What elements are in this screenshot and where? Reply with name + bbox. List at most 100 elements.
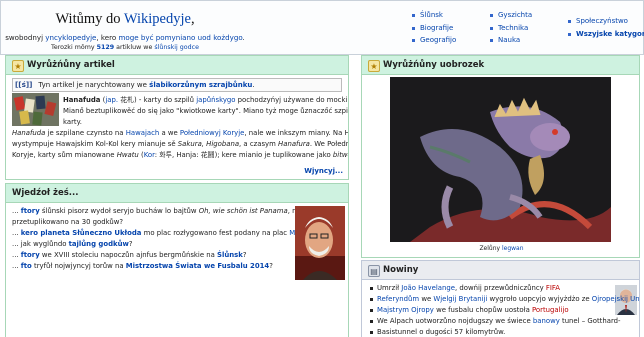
text: ? (128, 240, 133, 248)
text: we fusbalu chopůw uostoła (433, 306, 532, 314)
portal-label[interactable]: Geografijo (420, 36, 456, 44)
article-count-link[interactable]: 5129 (97, 44, 115, 51)
text: ... jak wyglůndo (12, 240, 69, 248)
news-item-continued: Basistunnel o dugości 57 kilomytrůw. (368, 327, 609, 337)
iguana-image[interactable] (390, 77, 611, 242)
language-link[interactable]: ślůnskij godce (154, 44, 199, 51)
text: Zelůny (479, 245, 502, 252)
encyclopedia-link[interactable]: yncyklopedyje (45, 33, 96, 42)
japan-link[interactable]: japůńskygo (196, 96, 235, 104)
notice-text: Tyn artikel je narychtowany we (38, 81, 150, 89)
dyk-link[interactable]: ftory (21, 251, 40, 259)
orthography-badge: [[ś]] (15, 80, 33, 89)
text: ? (269, 262, 273, 270)
article-line: wystympuje Hawajskim Kol-Kol kery mianuj… (12, 139, 348, 150)
left-column: ★ Wyrůżńůny artikel [[ś]] Tyn artikel je n… (5, 55, 349, 337)
featured-article-header: ★ Wyrůżńůny artikel (6, 56, 348, 75)
iguana-link[interactable]: legwan (502, 245, 524, 252)
news-link[interactable]: banowy (533, 317, 560, 325)
text: ... (12, 229, 21, 237)
portal-link-silesia[interactable]: Ślůnsk (411, 9, 456, 22)
text: : 화투, Hanja: 花鬪); kere mianio je tupliko… (154, 151, 333, 159)
welcome-banner: Witůmy do Wikipedyje, swobodnyj yncyklop… (0, 0, 644, 55)
site-name-link[interactable]: Wikipedyje (124, 11, 191, 27)
text: pochodzyńyj używane do mocki szpilůw. (237, 96, 348, 104)
news-link[interactable]: Referyndům (377, 295, 419, 303)
dyk-item: ... jak wyglůndo tajlůng godkůw? (12, 239, 342, 250)
notice-text: . (252, 81, 255, 89)
article-line: Koryje, karty sům mianowane Hwatu (Kor: … (12, 150, 348, 161)
text: Sakura, Higobana (177, 140, 240, 148)
featured-article-title: Wyrůżńůny artikel (27, 60, 115, 70)
text: . We Połedniowyj (309, 140, 348, 148)
subtitle-text: swobodnyj (5, 32, 46, 42)
subtitle-text: . (242, 32, 245, 42)
portal-link-all-categories[interactable]: Wszyjske katygoryje (567, 28, 644, 41)
hawaii-link[interactable]: Hawajach (126, 129, 160, 137)
portal-link-society[interactable]: Społeczyństwo (567, 15, 644, 28)
dyk-link[interactable]: kero planeta Słůneczno Ukłoda (21, 229, 142, 237)
portal-label[interactable]: Społeczyństwo (576, 17, 628, 25)
featured-article-body: [[ś]] Tyn artikel je narychtowany we ślab… (6, 75, 348, 161)
news-link[interactable]: Wjelgij Brytaniji (433, 295, 487, 303)
portal-label[interactable]: Nauka (498, 36, 520, 44)
hanafuda-image[interactable] (12, 93, 59, 126)
news-link[interactable]: João Havelange (401, 284, 455, 292)
news-list-wrap: Umrził João Havelange, dowńij przewůdnic… (362, 280, 639, 337)
text: , a czasym (239, 140, 279, 148)
article-intro: Hanafuda (jap. 花札) - karty do szpilů jap… (63, 95, 348, 128)
dyk-item: ... fto tryfůł nojwjyncyj torůw na Mistr… (12, 261, 342, 272)
news-item: We Alpach uotworzůno nojdugszy we świece… (368, 316, 621, 327)
dyk-link[interactable]: ftory (21, 207, 40, 215)
korean-link[interactable]: Kor (144, 151, 155, 159)
text: je szpilane czynsto na (45, 129, 126, 137)
news-box: ▤ Nowiny Umrził João Havelange, dowńij pr… (361, 260, 640, 337)
text: tunel – Gotthard- (559, 317, 621, 325)
portal-label[interactable]: Biografije (420, 24, 453, 32)
portal-label[interactable]: Ślůnsk (420, 11, 443, 19)
text: Hanafuda (12, 129, 46, 137)
news-link[interactable]: Portugalijo (532, 306, 569, 314)
text: we XVIII stoleciu napoczůn ajnfus bergmů… (39, 251, 218, 259)
silesia-link[interactable]: Ślůnsk (217, 251, 243, 259)
featured-article-box: ★ Wyrůżńůny artikel [[ś]] Tyn artikel je n… (5, 55, 349, 180)
news-link[interactable]: FIFA (546, 284, 560, 292)
text: Hanafura (278, 140, 310, 148)
portal-link-history[interactable]: Gyszichta (489, 9, 532, 22)
portal-label[interactable]: Gyszichta (498, 11, 532, 19)
text: ... (12, 262, 21, 270)
text: 花札) - karty do szpilů (118, 96, 197, 104)
news-link[interactable]: Majstrym Ojropy (377, 306, 434, 314)
welcome-subtitle: swobodnyj yncyklopedyje, kero moge być p… (1, 33, 249, 43)
text: We Alpach uotworzůno nojdugszy we świece (377, 317, 533, 325)
text: Oh, wie schön ist Panama (198, 207, 288, 215)
orthography-link[interactable]: ślabikorzůnym szrajbůnku (149, 81, 252, 89)
dyk-link[interactable]: fto (21, 262, 32, 270)
text: ... (12, 251, 21, 259)
news-header: ▤ Nowiny (362, 261, 639, 280)
dyk-portrait-image[interactable] (295, 206, 345, 280)
text: przetuplikowano na 30 godkůw? (12, 218, 124, 226)
portal-list-2: Gyszichta Technika Nauka (489, 9, 532, 47)
more-link[interactable]: Wjyncyj... (304, 167, 343, 176)
text: karty. (63, 118, 82, 126)
portal-link-geography[interactable]: Geografijo (411, 34, 456, 47)
south-korea-link[interactable]: Połedniowyj Koryje (180, 129, 244, 137)
world-cup-link[interactable]: Mistrzostwa Świata we Fusbalu 2014 (126, 262, 270, 270)
text: we (419, 295, 434, 303)
portal-link-technology[interactable]: Technika (489, 22, 532, 35)
newspaper-icon: ▤ (368, 265, 380, 277)
portal-link-science[interactable]: Nauka (489, 34, 532, 47)
portal-label[interactable]: Wszyjske katygoryje (576, 30, 644, 38)
star-icon: ★ (368, 60, 380, 72)
edit-anyone-link[interactable]: moge być pomyniano uod kożdygo (119, 33, 243, 42)
did-you-know-title: Wjedźoł żeś... (12, 188, 79, 198)
article-subject: Hanafuda (63, 96, 101, 104)
dyk-link[interactable]: tajlůng godkůw (69, 240, 129, 248)
portal-label[interactable]: Technika (498, 24, 528, 32)
text: Basistunnel o dugości 57 kilomytrůw. (377, 328, 506, 336)
news-link[interactable]: Ojropejskij Uniji (592, 295, 639, 303)
article-count: Terozki mōmy 5129 artikluw we ślůnskij g… (1, 44, 249, 53)
portal-link-biographies[interactable]: Biografije (411, 22, 456, 35)
japanese-link[interactable]: jap. (105, 96, 118, 104)
